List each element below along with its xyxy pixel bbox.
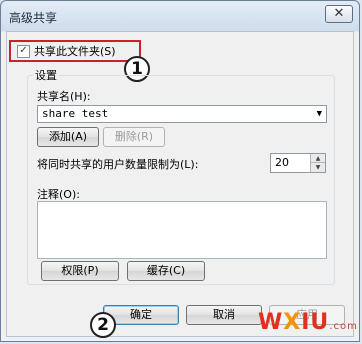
share-name-select[interactable]: share test ▼ [37, 105, 327, 123]
close-button[interactable]: ✕ [325, 5, 353, 23]
watermark-part-3: IU [301, 310, 330, 335]
comment-label: 注释(O): [37, 188, 80, 201]
share-name-value: share test [42, 107, 109, 120]
step-marker-2: 2 [90, 312, 116, 338]
spin-down-icon[interactable]: ▼ [310, 162, 325, 172]
share-name-label: 共享名(H): [37, 90, 91, 103]
caching-button[interactable]: 缓存(C) [127, 261, 205, 281]
share-folder-checkbox[interactable]: ✓ 共享此文件夹(S) [9, 40, 141, 62]
chevron-down-icon[interactable]: ▼ [317, 106, 322, 122]
watermark-suffix: .com [329, 321, 358, 332]
cancel-button[interactable]: 取消 [186, 305, 262, 325]
add-share-button[interactable]: 添加(A) [37, 127, 99, 147]
watermark-part-1: W [258, 310, 284, 335]
user-limit-value[interactable]: 20 [275, 156, 289, 169]
user-limit-stepper[interactable]: 20 ▲ ▼ [270, 153, 326, 173]
window-title: 高级共享 [9, 11, 58, 25]
comment-textarea[interactable] [37, 201, 327, 259]
title-bar: 高级共享 ✕ [1, 1, 359, 31]
permissions-button[interactable]: 权限(P) [41, 261, 119, 281]
remove-share-button[interactable]: 删除(R) [103, 127, 165, 147]
watermark-logo: WXIU.com [258, 310, 358, 335]
share-folder-label: 共享此文件夹(S) [34, 45, 116, 58]
checkbox-check-icon[interactable]: ✓ [17, 44, 30, 58]
user-limit-label: 将同时共享的用户数量限制为(L): [37, 158, 199, 171]
watermark-part-2: X [283, 310, 302, 335]
settings-group-label: 设置 [33, 67, 59, 83]
